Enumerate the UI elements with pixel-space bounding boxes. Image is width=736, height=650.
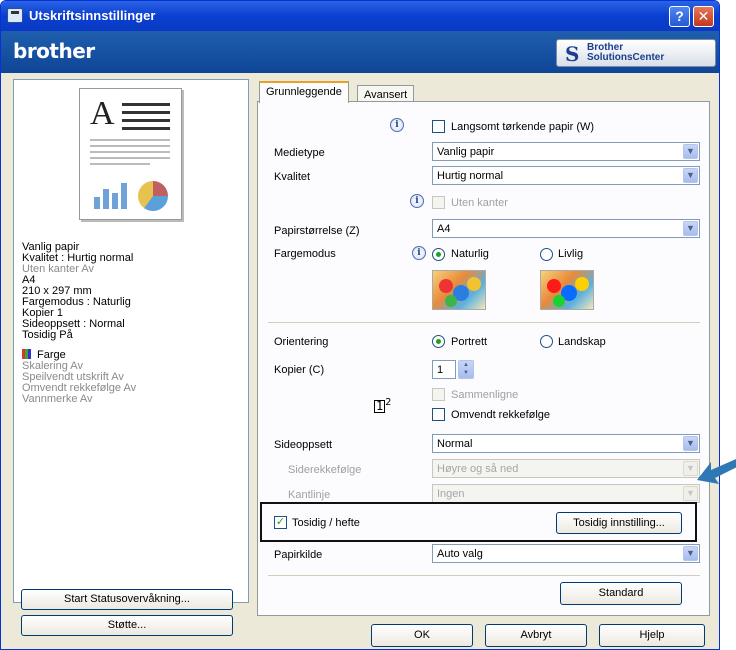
vivid-color-preview-image: [540, 270, 594, 310]
print-settings-window: Utskriftsinnstillinger ? ✕ brother S Bro…: [0, 0, 720, 650]
natural-color-preview-image: [432, 270, 486, 310]
copies-input[interactable]: 1: [432, 360, 456, 379]
page-order-select[interactable]: Høyre og så ned ▼: [432, 459, 700, 478]
borderless-label: Uten kanter: [451, 197, 508, 209]
collate-checkbox[interactable]: [432, 388, 445, 401]
default-button[interactable]: Standard: [560, 582, 682, 605]
paper-source-value: Auto valg: [437, 548, 483, 560]
page-preview: A: [79, 88, 182, 220]
close-button[interactable]: ✕: [693, 6, 714, 27]
divider: [268, 575, 700, 576]
border-line-value: Ingen: [437, 488, 465, 500]
landscape-label: Landskap: [558, 336, 606, 348]
paper-source-label: Papirkilde: [274, 549, 323, 561]
collate-pages-icon: 12: [374, 397, 392, 413]
chevron-down-icon: ▼: [683, 436, 698, 451]
chevron-down-icon: ▼: [683, 221, 698, 236]
chevron-down-icon: ▼: [683, 461, 698, 476]
chevron-down-icon: ▼: [683, 168, 698, 183]
ok-button[interactable]: OK: [371, 624, 473, 647]
landscape-radio[interactable]: [540, 335, 553, 348]
chevron-down-icon: ▼: [683, 486, 698, 501]
color-natural-radio[interactable]: [432, 248, 445, 261]
help-title-button[interactable]: ?: [669, 6, 690, 27]
quality-select[interactable]: Hurtig normal ▼: [432, 166, 700, 185]
solutions-line2: SolutionsCenter: [587, 52, 665, 63]
summary-line: Vannmerke Av: [22, 393, 93, 405]
brand-bar: brother S Brother SolutionsCenter: [1, 31, 719, 73]
reverse-order-label: Omvendt rekkefølge: [451, 409, 551, 421]
page-layout-select[interactable]: Normal ▼: [432, 434, 700, 453]
solutions-center-button[interactable]: S Brother SolutionsCenter: [556, 39, 716, 67]
page-layout-label: Sideoppsett: [274, 439, 333, 451]
media-type-value: Vanlig papir: [437, 146, 495, 158]
chevron-down-icon: ▼: [683, 144, 698, 159]
portrait-radio[interactable]: [432, 335, 445, 348]
copies-label: Kopier (C): [274, 364, 325, 376]
cancel-button[interactable]: Avbryt: [485, 624, 587, 647]
page-layout-value: Normal: [437, 438, 473, 450]
chevron-down-icon: ▼: [683, 546, 698, 561]
orientation-label: Orientering: [274, 336, 329, 348]
color-vivid-radio[interactable]: [540, 248, 553, 261]
paper-source-select[interactable]: Auto valg ▼: [432, 544, 700, 563]
solutions-center-icon: S: [565, 42, 580, 66]
preview-letter-icon: A: [90, 95, 115, 132]
reverse-order-checkbox[interactable]: [432, 408, 445, 421]
color-natural-label: Naturlig: [451, 248, 489, 260]
portrait-label: Portrett: [451, 336, 488, 348]
collate-label: Sammenligne: [451, 389, 519, 401]
preview-bar-chart-icon: [94, 181, 130, 209]
duplex-highlight-box: [260, 502, 697, 542]
settings-summary-text: Vanlig papir Kvalitet : Hurtig normal Ut…: [22, 242, 242, 405]
info-icon[interactable]: i: [412, 246, 426, 260]
tab-basic[interactable]: Grunnleggende: [259, 81, 349, 103]
support-button[interactable]: Støtte...: [21, 615, 233, 636]
page-order-value: Høyre og så ned: [437, 463, 519, 475]
help-button[interactable]: Hjelp: [599, 624, 705, 647]
paper-size-label: Papirstørrelse (Z): [274, 225, 360, 237]
copies-spinner[interactable]: ▲ ▼: [458, 360, 474, 379]
divider: [268, 322, 700, 323]
border-line-label: Kantlinje: [288, 489, 331, 501]
settings-summary-panel: A Vanlig papir Kvalitet : Hurtig normal …: [13, 79, 249, 603]
media-type-select[interactable]: Vanlig papir ▼: [432, 142, 700, 161]
printer-icon: [7, 8, 23, 23]
quality-value: Hurtig normal: [437, 170, 504, 182]
color-mode-label: Fargemodus: [274, 248, 336, 260]
media-type-label: Medietype: [274, 147, 325, 159]
paper-size-select[interactable]: A4 ▼: [432, 219, 700, 238]
paper-size-value: A4: [437, 223, 451, 235]
borderless-checkbox[interactable]: [432, 196, 445, 209]
brother-logo: brother: [13, 39, 95, 63]
window-title: Utskriftsinnstillinger: [29, 8, 156, 23]
preview-pie-chart-icon: [138, 181, 168, 211]
slow-drying-paper-checkbox[interactable]: [432, 120, 445, 133]
page-order-label: Siderekkefølge: [288, 464, 362, 476]
color-icon: [22, 349, 31, 359]
title-bar: Utskriftsinnstillinger ? ✕: [1, 1, 719, 31]
summary-line: Tosidig På: [22, 329, 73, 341]
start-status-monitor-button[interactable]: Start Statusovervåkning...: [21, 589, 233, 610]
quality-label: Kvalitet: [274, 171, 311, 183]
border-line-select[interactable]: Ingen ▼: [432, 484, 700, 503]
slow-drying-paper-label: Langsomt tørkende papir (W): [451, 121, 595, 133]
info-icon[interactable]: i: [410, 194, 424, 208]
summary-line: Uten kanter Av: [22, 263, 94, 275]
tab-advanced[interactable]: Avansert: [357, 85, 415, 102]
color-vivid-label: Livlig: [558, 248, 584, 260]
info-icon[interactable]: i: [390, 118, 404, 132]
pointer-arrow-icon: [697, 459, 736, 484]
